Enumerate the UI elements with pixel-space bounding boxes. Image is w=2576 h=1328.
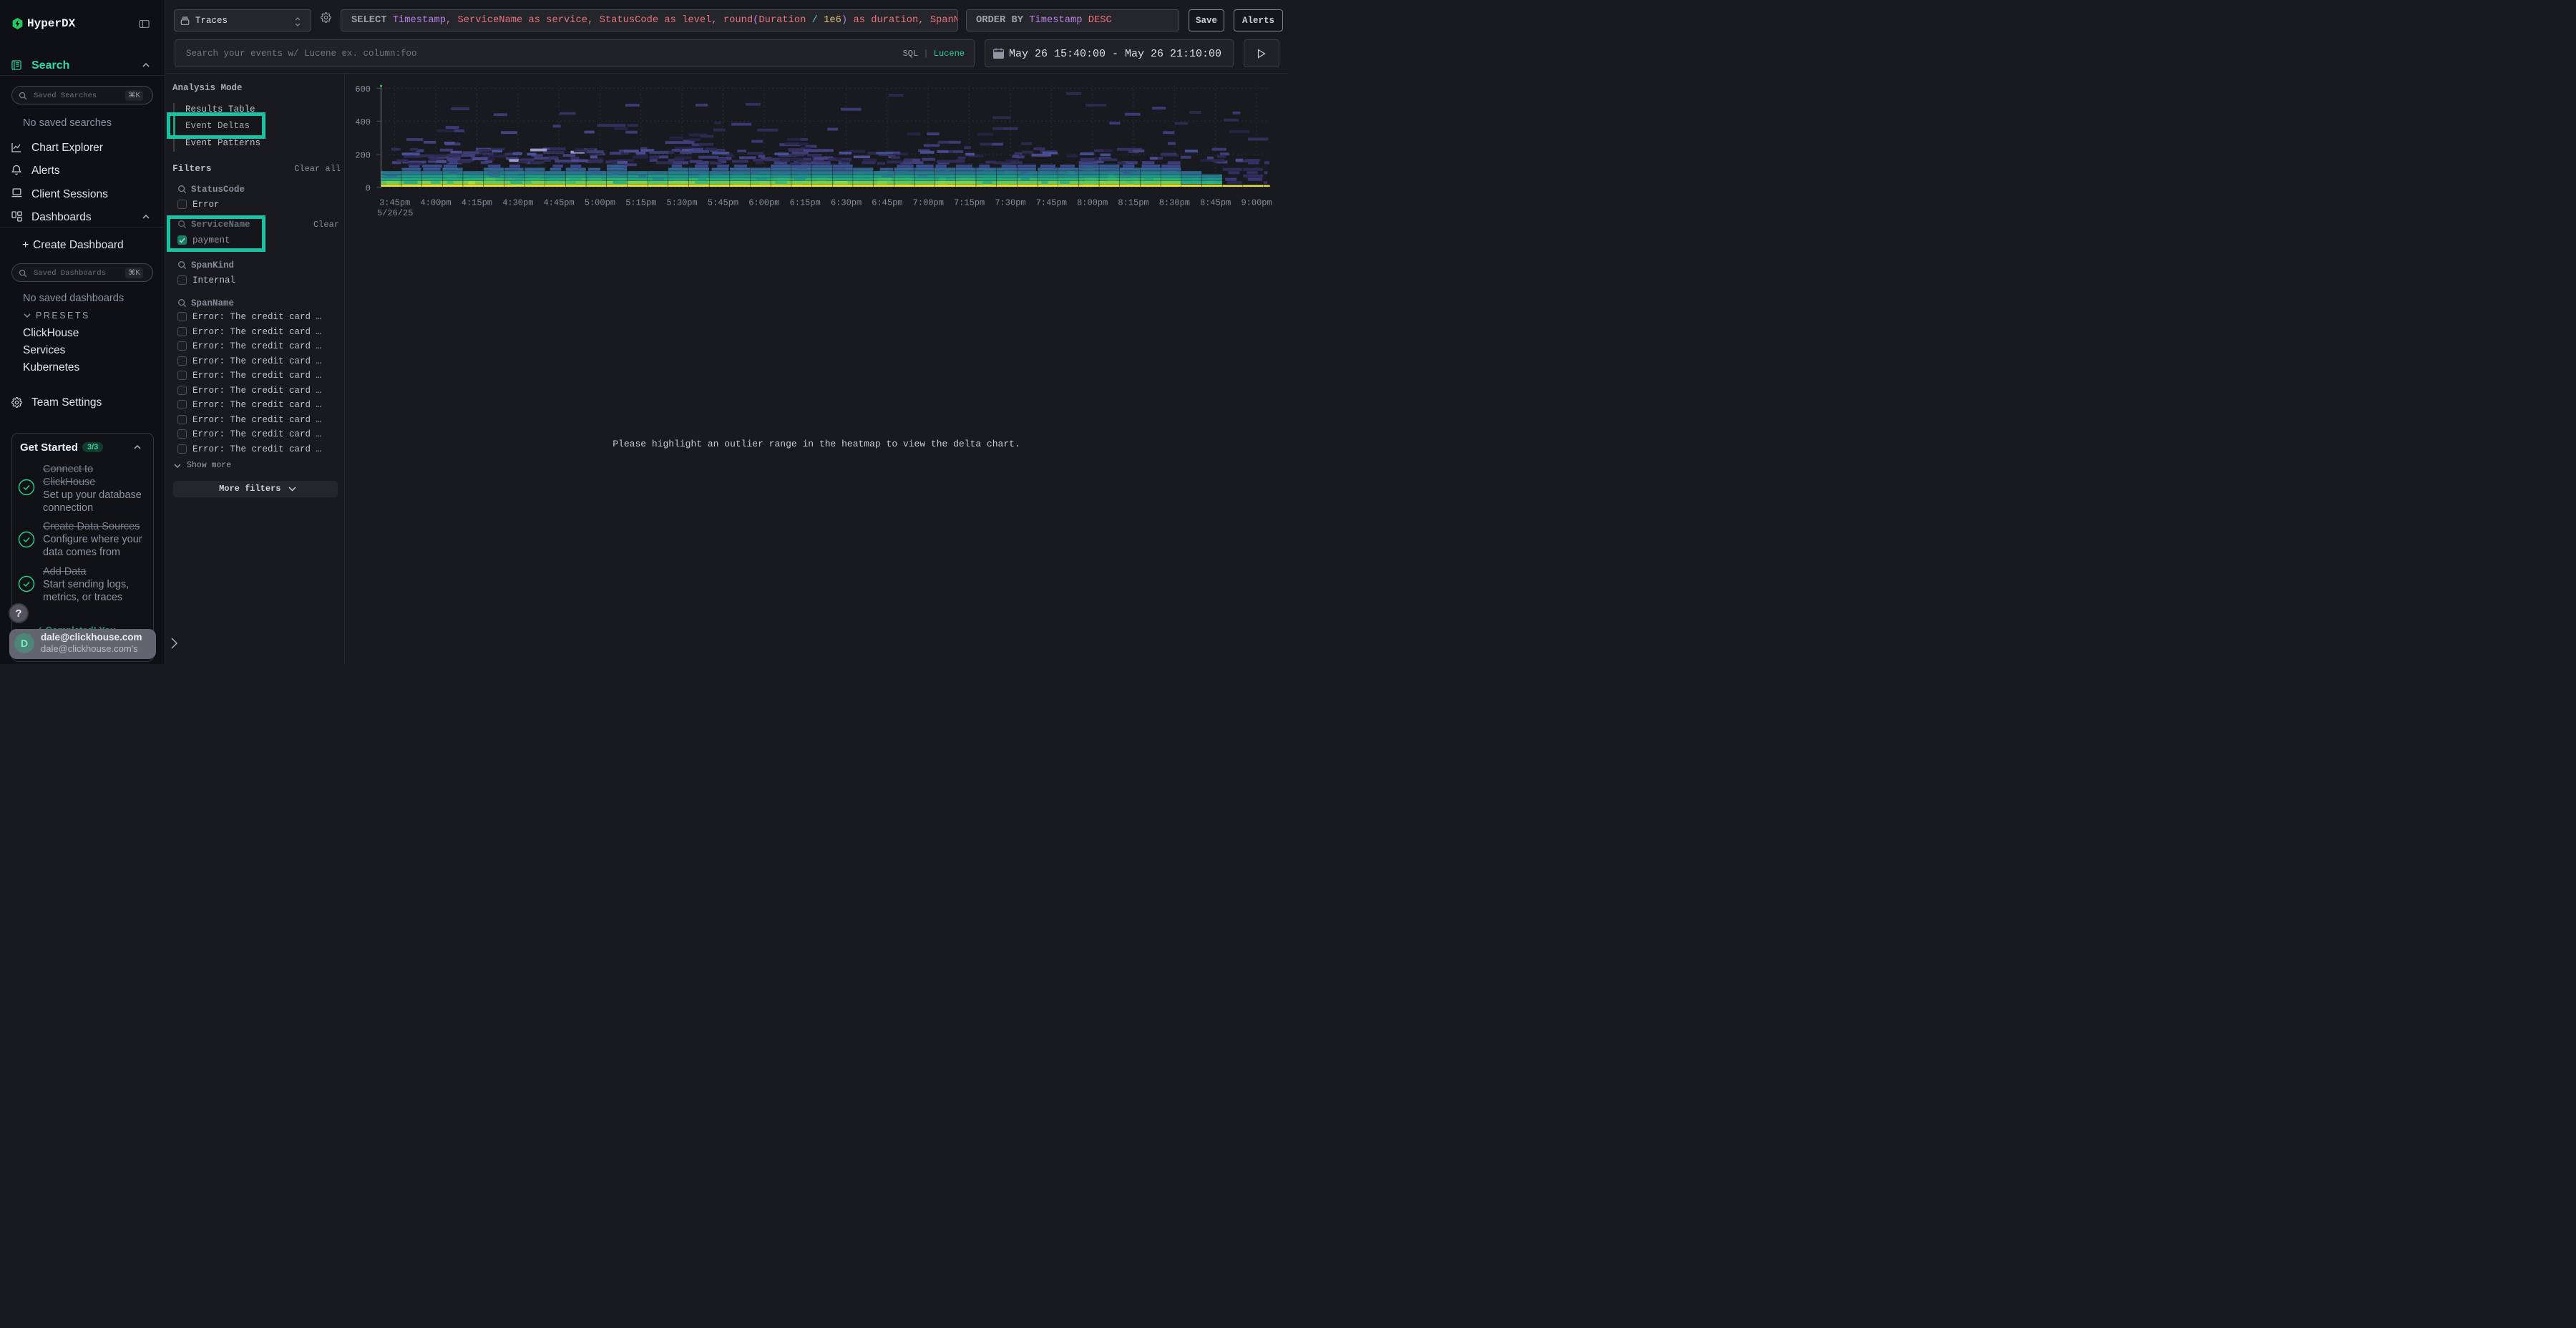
svg-text:5/26/25: 5/26/25 bbox=[377, 208, 413, 218]
svg-text:8:15pm: 8:15pm bbox=[1118, 198, 1148, 208]
svg-text:5:00pm: 5:00pm bbox=[585, 198, 615, 208]
svg-text:3:45pm: 3:45pm bbox=[379, 198, 410, 208]
svg-text:0: 0 bbox=[366, 184, 371, 194]
svg-text:7:00pm: 7:00pm bbox=[913, 198, 944, 208]
svg-text:400: 400 bbox=[355, 117, 371, 127]
svg-text:7:30pm: 7:30pm bbox=[995, 198, 1025, 208]
svg-text:8:45pm: 8:45pm bbox=[1200, 198, 1231, 208]
svg-text:5:45pm: 5:45pm bbox=[708, 198, 738, 208]
svg-text:7:15pm: 7:15pm bbox=[954, 198, 985, 208]
svg-text:5:30pm: 5:30pm bbox=[666, 198, 697, 208]
svg-text:8:00pm: 8:00pm bbox=[1077, 198, 1108, 208]
svg-text:6:00pm: 6:00pm bbox=[748, 198, 779, 208]
svg-text:8:30pm: 8:30pm bbox=[1159, 198, 1190, 208]
svg-text:4:15pm: 4:15pm bbox=[462, 198, 492, 208]
svg-text:4:00pm: 4:00pm bbox=[420, 198, 451, 208]
svg-text:6:45pm: 6:45pm bbox=[872, 198, 902, 208]
svg-text:4:45pm: 4:45pm bbox=[543, 198, 574, 208]
svg-text:9:00pm: 9:00pm bbox=[1241, 198, 1272, 208]
svg-text:200: 200 bbox=[355, 151, 371, 161]
svg-text:6:30pm: 6:30pm bbox=[831, 198, 862, 208]
svg-text:6:15pm: 6:15pm bbox=[790, 198, 821, 208]
svg-text:5:15pm: 5:15pm bbox=[625, 198, 656, 208]
svg-text:4:30pm: 4:30pm bbox=[502, 198, 533, 208]
svg-text:600: 600 bbox=[355, 84, 371, 94]
svg-text:7:45pm: 7:45pm bbox=[1036, 198, 1067, 208]
